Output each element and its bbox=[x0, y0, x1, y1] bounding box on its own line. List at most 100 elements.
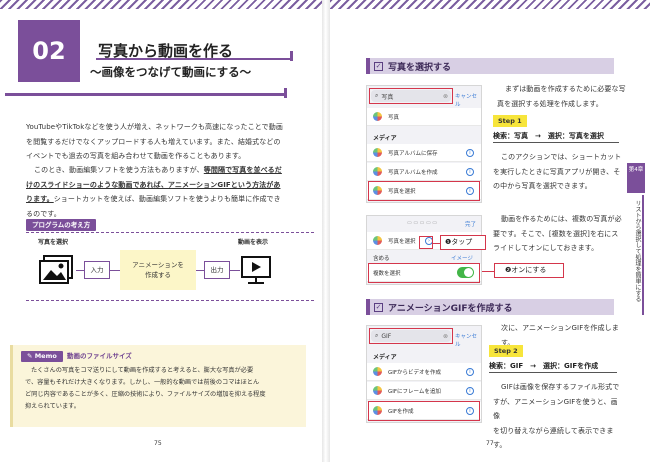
section-title: アニメーションGIFを作成する bbox=[388, 303, 513, 314]
memo-tag: ✎ Memo bbox=[21, 351, 63, 362]
include-value[interactable]: イメージ bbox=[451, 254, 473, 262]
title-underline-end bbox=[290, 51, 293, 61]
top-border-right bbox=[330, 0, 650, 9]
page-number-left: 75 bbox=[154, 440, 162, 447]
chapter-side-tab: 第4章 bbox=[627, 163, 645, 193]
action-row[interactable]: GIFからビデオを作成 i bbox=[367, 363, 481, 381]
step2-action: 検索：GIF → 選択：GIFを作成 bbox=[489, 361, 617, 373]
para-emphasis: ります。 bbox=[26, 195, 54, 203]
info-icon[interactable]: i bbox=[466, 386, 474, 395]
second-paragraph: このとき、動画編集ソフトを使う方法もありますが、等間隔で写真を並べるだ けのスラ… bbox=[26, 163, 318, 221]
action-label: GIFからビデオを作成 bbox=[388, 369, 442, 376]
action-row[interactable]: 写真アルバムに保存 i bbox=[367, 144, 481, 162]
media-heading: メディア bbox=[373, 135, 397, 142]
chapter-side-text: リストから選択して処理を簡単にする bbox=[634, 200, 641, 302]
label-display: 動画を表示 bbox=[238, 239, 269, 246]
memo-line: で、容量もそれだけ大きくなります。しかし、一般的な動画では前後のコマはほとん bbox=[25, 379, 260, 386]
toggle-highlight bbox=[368, 263, 480, 283]
select-photos-settings-screen: ▭ ▭ ▭ ▭ ▭ 完了 写真を選択 › 含める イメージ 複数を選択 bbox=[366, 215, 482, 285]
memo-line: ど同じ内容であることが多く、圧縮の技術により、ファイルサイズの増加を抑える程度 bbox=[25, 391, 266, 398]
photo-icon bbox=[38, 255, 74, 285]
step1-action: 検索：写真 → 選択：写真を選択 bbox=[493, 131, 619, 143]
cancel-button[interactable]: キャンセル bbox=[455, 332, 481, 348]
callout-line bbox=[482, 271, 494, 272]
para-text: このとき、動画編集ソフトを使う方法もありますが、 bbox=[34, 166, 204, 174]
action-label: 写真を選択 bbox=[388, 238, 416, 245]
intro-paragraph: YouTubeやTikTokなどを使う人が増え、ネットワークも高速になったことで… bbox=[26, 120, 316, 164]
page-subtitle: 〜画像をつなげて動画にする〜 bbox=[90, 65, 252, 79]
text-line: を実行したときに写真アプリが開き、そ bbox=[493, 167, 621, 176]
done-button[interactable]: 完了 bbox=[465, 220, 476, 228]
section1-text: まずは動画を作成するために必要な写 真を選択する処理を作成します。 bbox=[497, 82, 627, 111]
photos-app-icon bbox=[373, 148, 382, 157]
program-divider bbox=[26, 300, 314, 301]
shortcut-search-screen: ⌕ 写真 ⊗ キャンセル 写真 メディア 写真アルバムに保存 i 写真アルバムを作成… bbox=[366, 85, 482, 203]
media-heading: メディア bbox=[373, 354, 397, 361]
app-row-photos[interactable]: 写真 bbox=[367, 108, 481, 126]
callout-line bbox=[432, 243, 440, 244]
para-emphasis: 等間隔で写真を並べるだ bbox=[203, 166, 282, 174]
text-line: ライドしてオンにしておきます。 bbox=[493, 244, 599, 252]
app-row-label: 写真 bbox=[388, 114, 400, 121]
checkbox-icon: ✓ bbox=[374, 302, 383, 312]
chapter-tab-label: 第4章 bbox=[628, 167, 644, 173]
info-icon[interactable]: i bbox=[466, 167, 474, 176]
multi-select-text: 動画を作るためには、複数の写真が必 要です。そこで、[複数を選択]を右にス ライ… bbox=[493, 212, 623, 256]
info-icon[interactable]: i bbox=[466, 148, 474, 157]
gutter bbox=[322, 0, 330, 462]
text-line: このアクションでは、ショートカット bbox=[501, 153, 622, 161]
chapter-number: 02 bbox=[18, 20, 80, 82]
select-photos-highlight bbox=[368, 181, 480, 201]
title-underline bbox=[96, 58, 292, 60]
photos-app-icon bbox=[373, 112, 382, 121]
flow-output-box: 出力 bbox=[204, 261, 230, 279]
cancel-button[interactable]: キャンセル bbox=[455, 92, 481, 108]
section-title: 写真を選択する bbox=[388, 62, 452, 73]
book-spread: 02 写真から動画を作る 〜画像をつなげて動画にする〜 YouTubeやTikT… bbox=[0, 0, 650, 462]
action-row[interactable]: GIFにフレームを追加 i bbox=[367, 382, 481, 400]
gif-search-screen: ⌕ GIF ⊗ キャンセル メディア GIFからビデオを作成 i GIFにフレームを… bbox=[366, 325, 482, 423]
memo-line: 抑えられています。 bbox=[25, 403, 80, 410]
pencil-icon: ✎ bbox=[27, 352, 35, 360]
photos-app-icon bbox=[373, 386, 382, 395]
header-rule bbox=[5, 93, 287, 96]
callout-tap: ❶タップ bbox=[440, 235, 486, 250]
action-row[interactable]: 写真アルバムを作成 i bbox=[367, 163, 481, 181]
text-line: 要です。そこで、[複数を選択]を右にス bbox=[493, 229, 619, 238]
para-emphasis: けのスライドショーのような動画であれば、アニメーションGIFという方法があ bbox=[26, 180, 281, 189]
screen-header: ▭ ▭ ▭ ▭ ▭ bbox=[407, 220, 437, 226]
info-icon[interactable]: i bbox=[466, 367, 474, 376]
section-header-select-photos: ✓ 写真を選択する bbox=[366, 58, 614, 74]
action-label: 写真アルバムに保存 bbox=[388, 150, 438, 157]
memo-tag-label: Memo bbox=[34, 352, 57, 360]
video-icon bbox=[240, 255, 272, 285]
action-label: GIFにフレームを追加 bbox=[388, 388, 441, 395]
header-rule-end bbox=[284, 88, 287, 98]
program-tag: プログラムの考え方 bbox=[26, 219, 97, 231]
text-line: GIFは画像を保存するファイル形式で bbox=[501, 383, 620, 391]
side-tab-line bbox=[642, 195, 644, 315]
memo-line: たくさんの写真をコマ送りにして動画を作成すると考えると、膨大な写真が必要 bbox=[31, 367, 254, 374]
flow-input-box: 入力 bbox=[84, 261, 110, 279]
text-line: 動画を作るためには、複数の写真が必 bbox=[501, 215, 622, 223]
action-label: 写真アルバムを作成 bbox=[388, 169, 438, 176]
text-line: まずは動画を作成するために必要な写 bbox=[505, 85, 626, 93]
search-highlight bbox=[369, 328, 453, 344]
search-highlight bbox=[369, 88, 453, 104]
text-line: 真を選択する処理を作成します。 bbox=[497, 99, 603, 108]
label-select: 写真を選択 bbox=[38, 239, 69, 246]
text-line: を切り替えながら連続して表示できます。 bbox=[493, 426, 614, 450]
intro-line: YouTubeやTikTokなどを使う人が増え、ネットワークも高速になったことで… bbox=[26, 123, 283, 131]
text-line: の中から写真を選択できます。 bbox=[493, 182, 592, 190]
step1-badge: Step 1 bbox=[493, 115, 527, 127]
photos-app-icon bbox=[373, 167, 382, 176]
photos-app-icon bbox=[373, 367, 382, 376]
text-line: すが、アニメーションGIFを使うと、画像 bbox=[493, 397, 618, 421]
page-number-right: 77 bbox=[486, 440, 494, 447]
para-text: ショートカットを使えば、動画編集ソフトを使うよりも簡単に作成でき bbox=[53, 195, 281, 203]
memo-title: 動画のファイルサイズ bbox=[67, 352, 132, 360]
photos-app-icon bbox=[373, 236, 382, 245]
chevron-highlight bbox=[419, 236, 433, 249]
top-border-left bbox=[0, 0, 322, 9]
flow-arrow bbox=[230, 270, 240, 271]
